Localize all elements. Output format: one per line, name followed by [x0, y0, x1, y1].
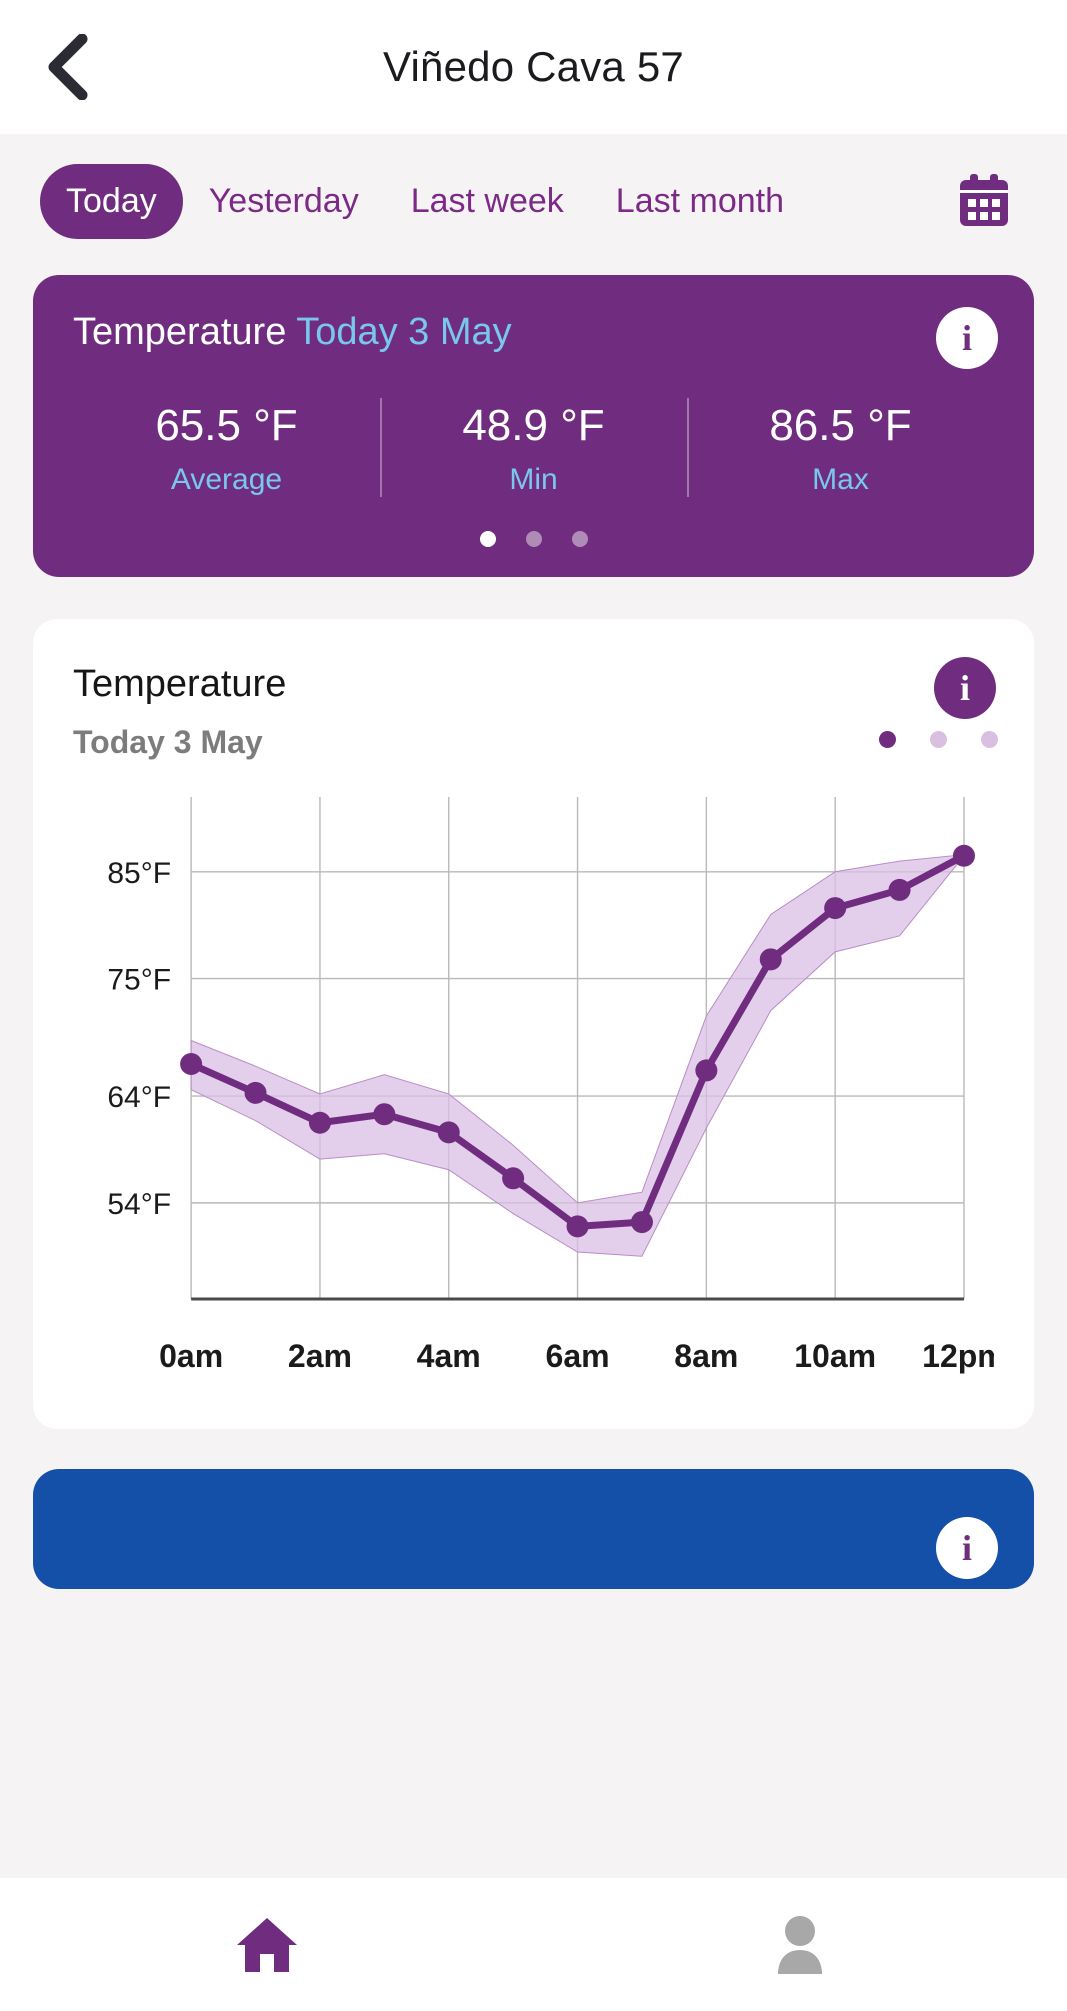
stat-max-value: 86.5 °F	[769, 401, 912, 450]
stat-average: 65.5 °F Average	[73, 394, 380, 503]
data-point-12	[952, 844, 975, 867]
chart-pager-dot-3[interactable]	[981, 731, 998, 748]
data-point-5	[502, 1167, 525, 1190]
data-point-2	[308, 1111, 331, 1134]
x-tick-label-3: 6am	[546, 1338, 610, 1374]
bottom-navigation	[0, 1878, 1067, 2011]
y-tick-label-3: 54°F	[107, 1188, 171, 1221]
summary-pager	[73, 531, 994, 547]
stat-max-label: Max	[812, 463, 869, 496]
calendar-icon	[960, 173, 1008, 226]
data-point-3	[373, 1103, 396, 1126]
data-point-4	[437, 1121, 460, 1144]
nav-item-home[interactable]	[0, 1878, 534, 2011]
data-point-1	[244, 1081, 267, 1104]
person-icon	[778, 1915, 823, 1974]
chevron-left-icon	[48, 34, 88, 100]
x-tick-label-2: 4am	[417, 1338, 481, 1374]
info-icon: i	[959, 668, 970, 708]
summary-pager-dot-1[interactable]	[479, 531, 496, 547]
stat-min: 48.9 °F Min	[380, 394, 687, 503]
y-tick-label-0: 85°F	[107, 857, 171, 890]
data-point-7	[630, 1211, 653, 1234]
tab-last-month[interactable]: Last month	[590, 164, 810, 239]
x-tick-label-1: 2am	[288, 1338, 352, 1374]
temperature-summary-card[interactable]: Temperature Today 3 May i 65.5 °F Averag…	[33, 275, 1034, 577]
stat-max: 86.5 °F Max	[687, 394, 994, 503]
data-point-11	[888, 878, 911, 901]
page-title: Viñedo Cava 57	[383, 43, 684, 90]
summary-title: Temperature Today 3 May	[73, 311, 994, 354]
stat-min-value: 48.9 °F	[462, 401, 605, 450]
chart-title: Temperature	[73, 663, 287, 705]
stat-average-label: Average	[170, 463, 283, 496]
x-tick-label-0: 0am	[159, 1338, 223, 1374]
secondary-metric-card[interactable]: i	[33, 1469, 1034, 1589]
y-tick-label-1: 75°F	[107, 964, 171, 997]
y-tick-label-2: 64°F	[107, 1081, 171, 1114]
data-point-6	[566, 1215, 589, 1238]
time-range-tabs: Today Yesterday Last week Last month	[0, 134, 1067, 239]
chart-pager	[879, 731, 998, 748]
x-tick-label-4: 8am	[674, 1338, 738, 1374]
x-tick-label-5: 10am	[794, 1338, 876, 1374]
chart-info-button[interactable]: i	[934, 657, 996, 719]
data-point-8	[695, 1059, 718, 1082]
x-tick-label-6: 12pm	[922, 1338, 994, 1374]
summary-title-text: Temperature	[73, 311, 287, 353]
temperature-line-chart: 85°F 75°F 64°F 54°F 0am 2am 4am 6am 8am 10am 12pm	[107, 797, 994, 1374]
summary-info-button[interactable]: i	[936, 307, 998, 369]
summary-subtitle-text: Today 3 May	[296, 311, 512, 353]
summary-pager-dot-3[interactable]	[571, 531, 588, 547]
app-header: Viñedo Cava 57	[0, 0, 1067, 134]
chart-subtitle: Today 3 May	[73, 724, 263, 760]
info-icon: i	[961, 1528, 972, 1568]
data-point-9	[759, 948, 782, 971]
stat-average-value: 65.5 °F	[155, 401, 298, 450]
tab-last-week[interactable]: Last week	[385, 164, 590, 239]
stat-min-label: Min	[509, 463, 558, 496]
back-button[interactable]	[36, 31, 98, 103]
summary-pager-dot-2[interactable]	[525, 531, 542, 547]
home-icon	[236, 1917, 297, 1972]
chart-plot-area: 85°F 75°F 64°F 54°F 0am 2am 4am 6am 8am 10am 12pm	[73, 779, 994, 1399]
calendar-button[interactable]	[953, 171, 1015, 233]
temperature-chart-card: Temperature Today 3 May i 85°F 75°F 64°F 54…	[33, 619, 1034, 1429]
info-icon: i	[961, 318, 972, 358]
tab-today[interactable]: Today	[40, 164, 183, 239]
chart-pager-dot-2[interactable]	[930, 731, 947, 748]
chart-pager-dot-1[interactable]	[879, 731, 896, 748]
secondary-card-info-button[interactable]: i	[936, 1517, 998, 1579]
data-point-0	[180, 1053, 203, 1076]
summary-stats: 65.5 °F Average 48.9 °F Min 86.5 °F Max	[73, 394, 994, 503]
app-root: Viñedo Cava 57 Today Yesterday Last week…	[0, 0, 1067, 2011]
data-point-10	[824, 897, 847, 920]
tab-yesterday[interactable]: Yesterday	[183, 164, 385, 239]
nav-item-profile[interactable]	[534, 1878, 1067, 2011]
